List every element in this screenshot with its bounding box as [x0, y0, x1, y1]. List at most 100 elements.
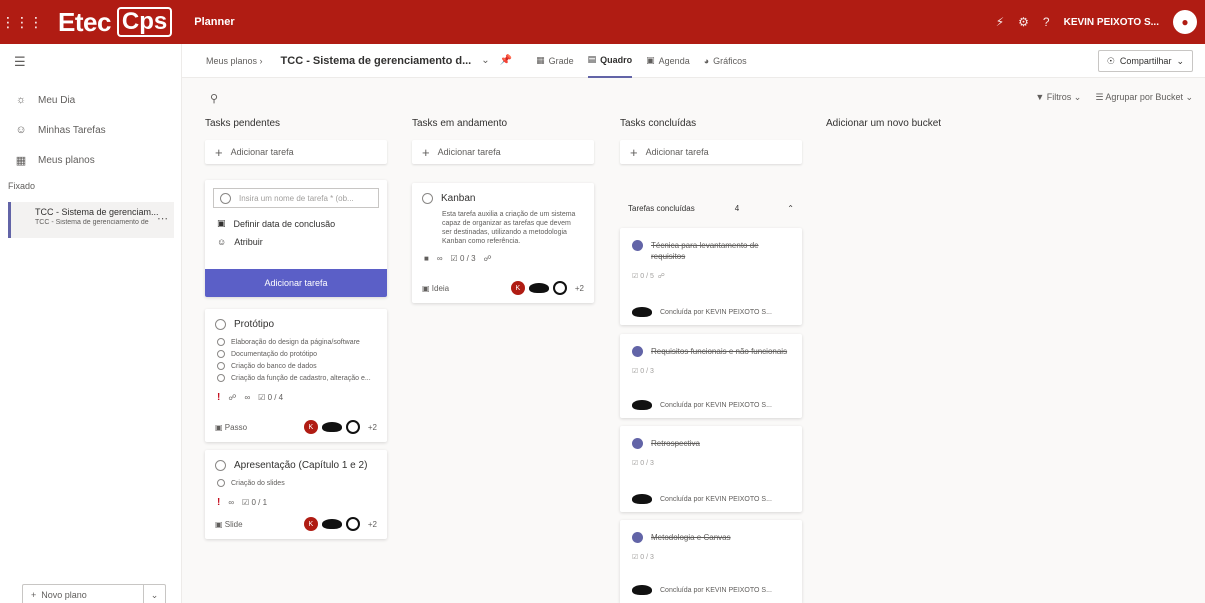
pinned-plan-title: TCC - Sistema de gerenciam...	[35, 207, 159, 217]
checklist-item[interactable]: Criação do slides	[217, 477, 377, 489]
app-name[interactable]: Planner	[194, 16, 234, 28]
user-name[interactable]: KEVIN PEIXOTO S...	[1064, 17, 1159, 28]
add-task-button[interactable]: + Adicionar tarefa	[620, 140, 802, 164]
task-label: ▣ Slide	[215, 519, 243, 529]
task-description: Esta tarefa auxilia a criação de um sist…	[442, 211, 576, 245]
completed-check-icon[interactable]	[632, 438, 643, 449]
complete-checkbox[interactable]	[215, 460, 226, 471]
breadcrumb[interactable]: Meus planos ›	[206, 56, 263, 66]
filters-button[interactable]: ▼ Filtros ⌄	[1035, 92, 1081, 103]
completed-check-icon[interactable]	[632, 240, 643, 251]
link-icon: ∞	[436, 254, 443, 263]
checklist-checkbox[interactable]	[217, 479, 225, 487]
assignees[interactable]: K +2	[303, 517, 377, 531]
add-bucket-button[interactable]: Adicionar um novo bucket	[826, 118, 1008, 132]
app-launcher-icon[interactable]: ⋮⋮⋮	[0, 0, 44, 44]
notification-icon[interactable]: ⚡	[996, 15, 1004, 29]
group-by-button[interactable]: ☰ Agrupar por Bucket ⌄	[1095, 92, 1193, 103]
bucket-title[interactable]: Tasks pendentes	[205, 118, 387, 132]
completed-tasks-toggle[interactable]: Tarefas concluídas 4 ⌃	[620, 200, 802, 216]
avatar	[632, 585, 652, 595]
task-footer: ▣ Ideia K +2	[422, 281, 584, 295]
add-task-button[interactable]: + Adicionar tarefa	[412, 140, 594, 164]
assignees[interactable]: K +2	[303, 420, 377, 434]
add-task-submit-button[interactable]: Adicionar tarefa	[205, 269, 387, 297]
checklist-item[interactable]: Criação da função de cadastro, alteração…	[217, 372, 377, 384]
checklist-checkbox[interactable]	[217, 338, 225, 346]
pinned-section-label: Fixado	[8, 181, 36, 191]
bucket-title[interactable]: Tasks concluídas	[620, 118, 802, 132]
task-label-text: Ideia	[431, 283, 450, 293]
task-title: Apresentação (Capítulo 1 e 2)	[234, 460, 368, 471]
completed-task-card[interactable]: Requisitos funcionais e não funcionais ☑…	[620, 334, 802, 418]
task-card[interactable]: Protótipo Elaboração do design da página…	[205, 309, 387, 442]
task-name-input[interactable]: Insira um nome de tarefa * (ob...	[213, 188, 379, 208]
checklist-progress: ☑ 0 / 4	[258, 393, 284, 402]
tab-grid[interactable]: ▦ Grade	[536, 44, 574, 78]
set-due-date-button[interactable]: ▣ Definir data de conclusão	[217, 218, 375, 229]
chevron-down-icon[interactable]: ⌄	[143, 585, 165, 603]
avatar	[632, 494, 652, 504]
checklist-checkbox[interactable]	[217, 374, 225, 382]
task-title-row: Requisitos funcionais e não funcionais	[620, 334, 802, 357]
share-button[interactable]: ☉ Compartilhar ⌄	[1097, 50, 1193, 72]
nav-item-label: Meus planos	[38, 154, 95, 166]
pinned-plan-subtitle: TCC - Sistema de gerenciamento de	[35, 219, 149, 226]
task-label-text: Passo	[224, 422, 248, 432]
tab-board[interactable]: ▤ Quadro	[587, 44, 633, 78]
checklist-text: Criação do banco de dados	[231, 362, 317, 370]
checklist-checkbox[interactable]	[217, 350, 225, 358]
new-plan-button[interactable]: + Novo plano ⌄	[22, 584, 166, 603]
settings-icon[interactable]: ⚙	[1018, 15, 1029, 29]
chevron-down-icon[interactable]: ⌄	[481, 55, 489, 66]
checklist-text: Criação da função de cadastro, alteração…	[231, 374, 371, 382]
pin-icon[interactable]: 📌	[500, 55, 512, 66]
task-meta: ☑ 0 / 3	[632, 554, 654, 561]
tab-charts[interactable]: ◕ Gráficos	[704, 44, 747, 78]
checklist-checkbox[interactable]	[217, 362, 225, 370]
task-meta: ☑ 0 / 5 ☍	[632, 273, 665, 280]
pinned-plan-item[interactable]: TCC - Sistema de gerenciam... TCC - Sist…	[8, 202, 174, 238]
nav-item-my-plans[interactable]: ▦ Meus planos	[14, 150, 95, 170]
help-icon[interactable]: ?	[1043, 15, 1050, 29]
more-options-icon[interactable]: ⋯	[157, 212, 168, 225]
completed-header-label: Tarefas concluídas	[628, 203, 695, 213]
task-card[interactable]: Apresentação (Capítulo 1 e 2) Criação do…	[205, 450, 387, 539]
search-icon[interactable]: ⚲	[210, 92, 218, 105]
complete-checkbox[interactable]	[215, 319, 226, 330]
checklist-item[interactable]: Documentação do protótipo	[217, 348, 377, 360]
assign-button[interactable]: ☺ Atribuir	[217, 237, 375, 247]
collapse-nav-icon[interactable]: ☰	[14, 54, 26, 70]
completed-check-icon[interactable]	[632, 532, 643, 543]
priority-icon: !	[217, 392, 221, 403]
task-card[interactable]: Kanban Esta tarefa auxilia a criação de …	[412, 183, 594, 303]
bucket-title[interactable]: Tasks em andamento	[412, 118, 594, 132]
checklist-item[interactable]: Elaboração do design da página/software	[217, 336, 377, 348]
plan-title[interactable]: TCC - Sistema de gerenciamento d...	[281, 55, 472, 67]
task-title-row: Apresentação (Capítulo 1 e 2)	[205, 450, 387, 471]
progress-value: 0 / 3	[459, 254, 476, 263]
assignees[interactable]: K +2	[510, 281, 584, 295]
complete-checkbox[interactable]	[422, 193, 433, 204]
avatar: K	[303, 517, 318, 531]
checklist-item[interactable]: Criação do banco de dados	[217, 360, 377, 372]
tab-schedule[interactable]: ▣ Agenda	[646, 44, 690, 78]
completed-task-card[interactable]: Técnica para levantamento de requisitos …	[620, 228, 802, 325]
completed-check-icon[interactable]	[632, 346, 643, 357]
user-avatar[interactable]: ●	[1173, 10, 1197, 34]
progress-value: 0 / 4	[267, 393, 284, 402]
nav-item-my-tasks[interactable]: ☺ Minhas Tarefas	[14, 120, 105, 140]
task-title-row: Retrospectiva	[620, 426, 802, 449]
avatar: K	[510, 281, 525, 295]
add-task-button[interactable]: + Adicionar tarefa	[205, 140, 387, 164]
task-meta: ■ ∞ ☑ 0 / 3 ☍	[412, 246, 594, 263]
task-title: Requisitos funcionais e não funcionais	[651, 347, 788, 356]
nav-item-my-day[interactable]: ☼ Meu Dia	[14, 90, 75, 110]
completed-task-card[interactable]: Metodologia e Canvas ☑ 0 / 3 Concluída p…	[620, 520, 802, 603]
completed-by-text: Concluída por KEVIN PEIXOTO S...	[660, 495, 772, 503]
completed-task-card[interactable]: Retrospectiva ☑ 0 / 3 Concluída por KEVI…	[620, 426, 802, 512]
extra-assignees: +2	[574, 283, 584, 293]
board-filters: ▼ Filtros ⌄ ☰ Agrupar por Bucket ⌄	[1035, 92, 1193, 103]
chevron-down-icon: ⌄	[1176, 55, 1184, 66]
add-task-label: Adicionar tarefa	[645, 147, 709, 157]
